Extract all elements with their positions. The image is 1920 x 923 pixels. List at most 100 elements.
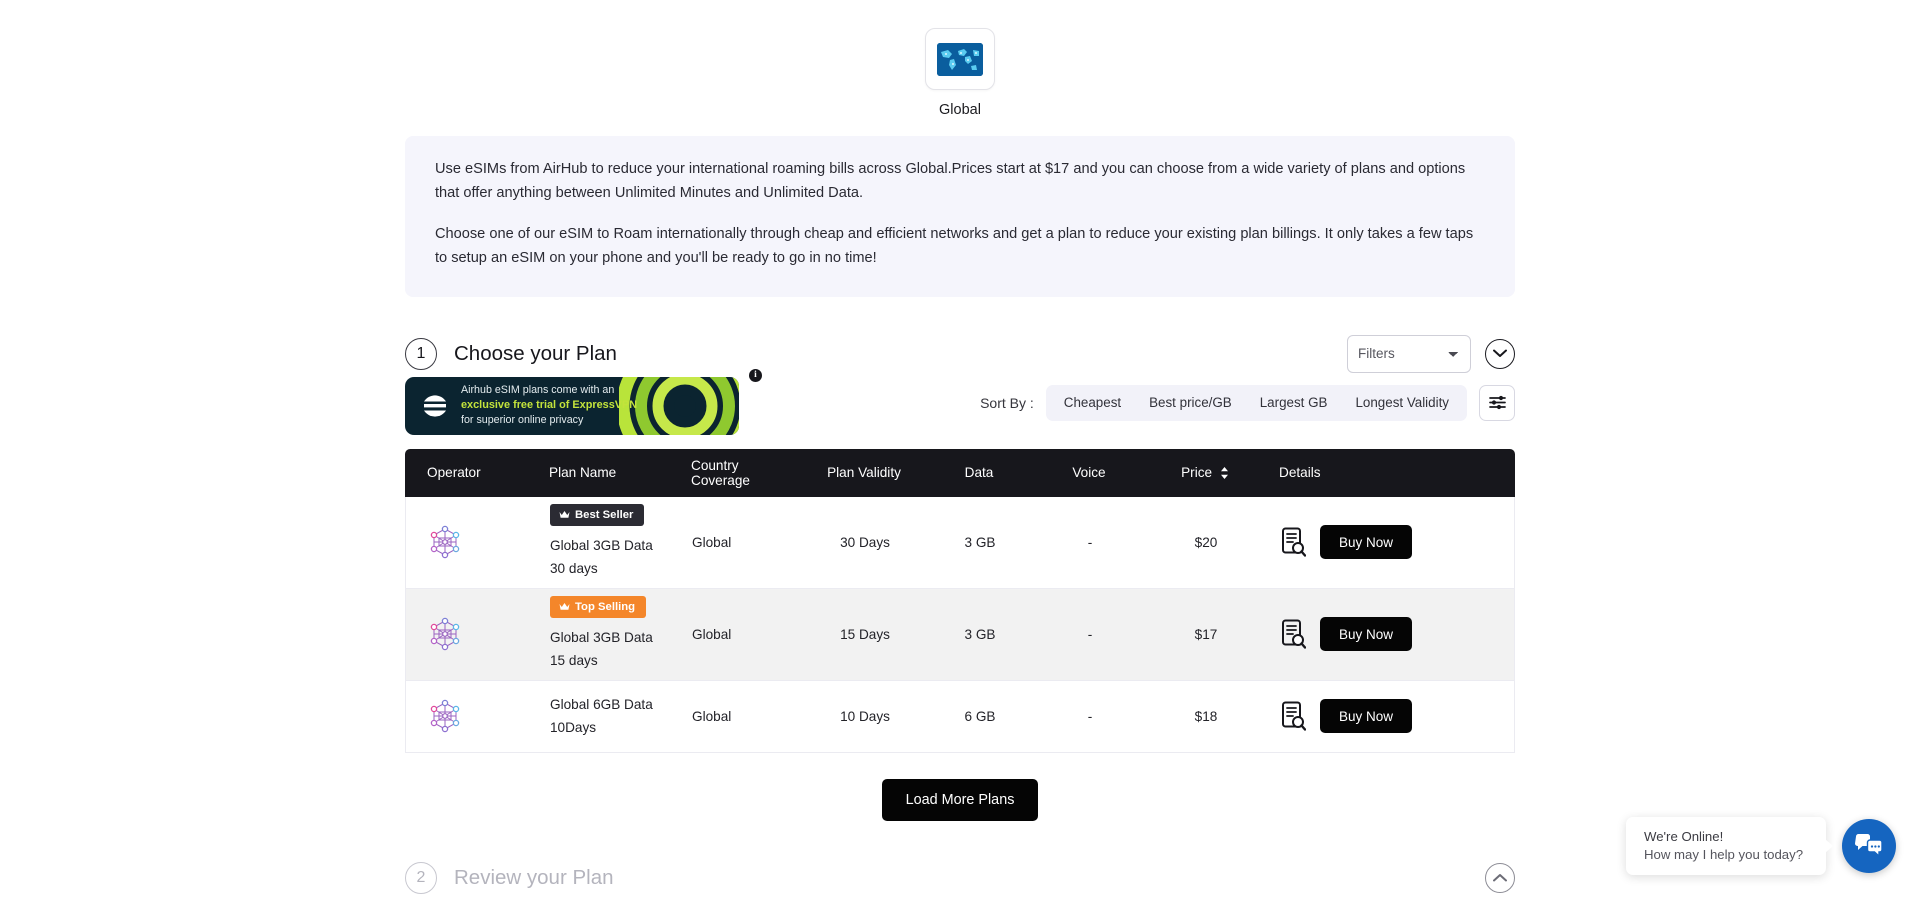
promo-line-3: for superior online privacy bbox=[461, 414, 584, 427]
sort-by-label: Sort By : bbox=[980, 394, 1034, 411]
collapse-step-1-button[interactable] bbox=[1485, 338, 1515, 369]
row-details: Buy Now bbox=[1266, 617, 1466, 652]
row-price: $17 bbox=[1194, 626, 1218, 642]
chat-prompt-text: How may I help you today? bbox=[1644, 847, 1804, 862]
promo-and-sort-row: Airhub eSIM plans come with an exclusive… bbox=[405, 368, 1515, 435]
chat-open-button[interactable] bbox=[1842, 819, 1896, 873]
load-more-container: Load More Plans bbox=[405, 778, 1515, 821]
page-container: Global Use eSIMs from AirHub to reduce y… bbox=[405, 0, 1515, 923]
page-root: Global Use eSIMs from AirHub to reduce y… bbox=[0, 0, 1920, 923]
plan-name-line-1: Global 6GB Data bbox=[550, 696, 653, 712]
sort-option-longest-validity[interactable]: Longest Validity bbox=[1341, 389, 1463, 417]
promo-info-icon[interactable]: i bbox=[749, 368, 762, 382]
intro-panel: Use eSIMs from AirHub to reduce your int… bbox=[405, 136, 1515, 297]
row-voice: - bbox=[1087, 534, 1093, 550]
buy-now-button[interactable]: Buy Now bbox=[1320, 699, 1413, 734]
row-data: 3 GB bbox=[964, 534, 996, 550]
row-plan-validity: 30 Days bbox=[840, 534, 890, 550]
country-flag-box bbox=[925, 28, 995, 90]
plan-details-icon[interactable] bbox=[1280, 701, 1306, 731]
header-price-label: Price bbox=[1181, 465, 1213, 481]
row-price: $18 bbox=[1194, 708, 1218, 724]
sort-option-best-price-per-gb[interactable]: Best price/GB bbox=[1135, 389, 1246, 417]
row-plan-name: Global 6GB Data 10Days bbox=[544, 693, 686, 739]
plan-name-text: Global 6GB Data 10Days bbox=[550, 693, 680, 739]
row-operator bbox=[406, 617, 544, 651]
plan-name-line-2: 30 days bbox=[550, 561, 598, 577]
filters-select[interactable]: Filters bbox=[1347, 334, 1471, 373]
table-row[interactable]: Best Seller Global 3GB Data 30 days Glob… bbox=[405, 496, 1515, 589]
plan-badge: Best Seller bbox=[550, 503, 645, 526]
sort-options-group: Cheapest Best price/GB Largest GB Longes… bbox=[1045, 384, 1467, 421]
step-1-title: Choose your Plan bbox=[454, 341, 617, 365]
plan-name-line-1: Global 3GB Data bbox=[550, 537, 653, 553]
plans-table: Operator Plan Name Country Coverage Plan… bbox=[405, 448, 1515, 753]
row-details: Buy Now bbox=[1266, 525, 1466, 560]
chat-status-text: We're Online! bbox=[1644, 829, 1724, 844]
row-plan-name: Top Selling Global 3GB Data 15 days bbox=[544, 595, 686, 672]
row-plan-validity: 10 Days bbox=[840, 708, 890, 724]
expressvpn-logo-icon bbox=[421, 392, 449, 420]
row-data: 6 GB bbox=[964, 708, 996, 724]
plan-name-text: Global 3GB Data 30 days bbox=[550, 534, 680, 580]
row-operator bbox=[406, 525, 544, 559]
operator-logo-icon bbox=[430, 525, 460, 559]
table-row[interactable]: Global 6GB Data 10Days Global 10 Days 6 … bbox=[405, 680, 1515, 753]
chevron-up-icon bbox=[1493, 874, 1507, 882]
row-data: 3 GB bbox=[964, 626, 996, 642]
chat-widget: We're Online! How may I help you today? bbox=[1626, 817, 1896, 875]
plan-badge-label: Top Selling bbox=[575, 600, 636, 613]
row-plan-name: Best Seller Global 3GB Data 30 days bbox=[544, 503, 686, 580]
header-country-coverage: Country Coverage bbox=[685, 458, 803, 488]
row-voice: - bbox=[1087, 708, 1093, 724]
header-country-coverage-line2: Coverage bbox=[691, 472, 750, 488]
sort-arrows-icon bbox=[1220, 467, 1228, 480]
header-price[interactable]: Price bbox=[1145, 465, 1265, 480]
advanced-filter-button[interactable] bbox=[1479, 384, 1515, 421]
table-row[interactable]: Top Selling Global 3GB Data 15 days Glob… bbox=[405, 588, 1515, 681]
plan-details-icon[interactable] bbox=[1280, 619, 1306, 649]
crown-icon bbox=[559, 511, 570, 519]
plan-badge-label: Best Seller bbox=[575, 508, 634, 521]
promo-line-2: exclusive free trial of ExpressVPN bbox=[461, 399, 638, 412]
plan-details-icon[interactable] bbox=[1280, 527, 1306, 557]
row-operator bbox=[406, 699, 544, 733]
row-country-coverage: Global bbox=[692, 626, 732, 642]
load-more-plans-button[interactable]: Load More Plans bbox=[881, 778, 1039, 821]
plan-badge: Top Selling bbox=[550, 595, 647, 618]
header-country-coverage-line1: Country bbox=[691, 457, 739, 473]
promo-line-1: Airhub eSIM plans come with an bbox=[461, 384, 615, 397]
intro-paragraph-1: Use eSIMs from AirHub to reduce your int… bbox=[435, 161, 1466, 201]
step-1-controls: Filters bbox=[1347, 334, 1515, 373]
expand-step-2-button[interactable] bbox=[1485, 862, 1515, 893]
header-voice: Voice bbox=[1072, 465, 1106, 481]
sort-option-cheapest[interactable]: Cheapest bbox=[1050, 389, 1135, 417]
plan-name-line-2: 15 days bbox=[550, 653, 598, 669]
plan-name-line-1: Global 3GB Data bbox=[550, 629, 653, 645]
step-1-header: 1 Choose your Plan Filters bbox=[405, 333, 1515, 375]
header-data: Data bbox=[964, 465, 994, 481]
step-2-title: Review your Plan bbox=[454, 865, 614, 889]
step-1-number: 1 bbox=[405, 337, 437, 370]
sliders-icon bbox=[1488, 395, 1506, 410]
buy-now-button[interactable]: Buy Now bbox=[1320, 525, 1413, 560]
buy-now-button[interactable]: Buy Now bbox=[1320, 617, 1413, 652]
row-country-coverage: Global bbox=[692, 534, 732, 550]
expressvpn-promo-banner[interactable]: Airhub eSIM plans come with an exclusive… bbox=[405, 376, 739, 435]
step-2-header: 2 Review your Plan bbox=[405, 857, 1515, 899]
header-operator: Operator bbox=[427, 465, 481, 481]
header-plan-validity: Plan Validity bbox=[827, 465, 901, 481]
intro-paragraph-2: Choose one of our eSIM to Roam internati… bbox=[435, 226, 1474, 266]
sort-controls: Sort By : Cheapest Best price/GB Largest… bbox=[980, 384, 1515, 421]
plan-name-text: Global 3GB Data 15 days bbox=[550, 626, 680, 672]
operator-logo-icon bbox=[430, 699, 460, 733]
chevron-down-icon bbox=[1493, 349, 1507, 358]
promo-text-block: Airhub eSIM plans come with an exclusive… bbox=[461, 383, 637, 428]
country-header: Global bbox=[405, 0, 1515, 118]
row-details: Buy Now bbox=[1266, 699, 1466, 734]
chat-greeting-bubble[interactable]: We're Online! How may I help you today? bbox=[1626, 817, 1833, 875]
row-country-coverage: Global bbox=[692, 708, 732, 724]
crown-icon bbox=[559, 603, 570, 611]
sort-option-largest-gb[interactable]: Largest GB bbox=[1246, 389, 1342, 417]
chat-bubbles-icon bbox=[1855, 834, 1883, 858]
